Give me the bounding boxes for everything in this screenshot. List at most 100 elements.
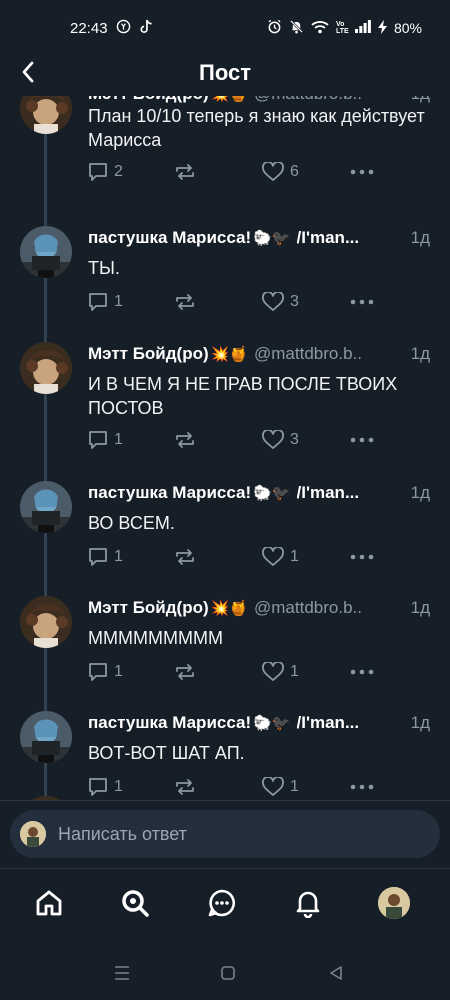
more-options-button[interactable] bbox=[350, 437, 374, 443]
like-button[interactable]: 1 bbox=[262, 662, 299, 682]
recent-apps-button[interactable] bbox=[110, 961, 134, 985]
top-header: Пост bbox=[0, 50, 450, 96]
post-time: 1д bbox=[411, 96, 430, 104]
reply-icon bbox=[89, 163, 107, 181]
tab-search[interactable] bbox=[115, 883, 155, 923]
back-system-button[interactable] bbox=[324, 961, 348, 985]
repost-button[interactable] bbox=[174, 292, 196, 312]
avatar[interactable] bbox=[20, 711, 72, 763]
divider bbox=[0, 800, 450, 801]
repost-button[interactable] bbox=[174, 430, 196, 450]
search-icon bbox=[122, 890, 149, 917]
author-emoji: 💥🍯 bbox=[210, 346, 248, 363]
chevron-left-icon bbox=[22, 61, 34, 83]
heart-icon bbox=[262, 162, 284, 181]
author-name[interactable]: Мэтт Бойд(ро) bbox=[88, 96, 209, 104]
post-text: И В ЧЕМ Я НЕ ПРАВ ПОСЛЕ ТВОИХ ПОСТОВ bbox=[88, 374, 398, 418]
heart-icon bbox=[262, 430, 284, 449]
more-options-button[interactable] bbox=[350, 299, 374, 305]
status-bar: 22:43 Vo LTE 80% bbox=[0, 0, 450, 56]
more-options-button[interactable] bbox=[350, 669, 374, 675]
reply-button[interactable]: 1 bbox=[88, 430, 123, 450]
like-button[interactable]: 6 bbox=[262, 162, 299, 182]
thread-feed[interactable]: Мэтт Бойд(ро) 💥🍯 @mattdbro.b.. 1д План 1… bbox=[0, 96, 450, 800]
like-button[interactable]: 3 bbox=[262, 430, 299, 450]
reply-button[interactable]: 2 bbox=[88, 162, 123, 182]
thread-post[interactable]: пастушка Марисса! 🐑🐦‍⬛ /I'man... 1д ВОТ-… bbox=[0, 711, 450, 800]
reply-button[interactable]: 1 bbox=[88, 547, 123, 567]
author-handle[interactable]: @mattdbro.b.. bbox=[254, 598, 407, 618]
more-options-button[interactable] bbox=[350, 554, 374, 560]
post-text: МММММММММ bbox=[88, 628, 223, 648]
author-handle[interactable]: /I'man... bbox=[297, 713, 407, 733]
post-time: 1д bbox=[410, 713, 430, 732]
post-text: ВО ВСЕМ. bbox=[88, 513, 175, 533]
reply-icon bbox=[89, 778, 107, 796]
author-name[interactable]: пастушка Марисса! bbox=[88, 483, 251, 503]
tab-notifications[interactable] bbox=[288, 883, 328, 923]
avatar[interactable] bbox=[20, 342, 72, 394]
like-count: 1 bbox=[290, 663, 299, 680]
tab-home[interactable] bbox=[29, 883, 69, 923]
system-navigation-bar bbox=[0, 945, 450, 1000]
heart-icon bbox=[262, 777, 284, 796]
author-handle[interactable]: @mattdbro.b.. bbox=[254, 344, 407, 364]
avatar[interactable] bbox=[20, 226, 72, 278]
heart-icon bbox=[262, 292, 284, 311]
yandex-icon bbox=[116, 19, 131, 37]
author-handle[interactable]: /I'man... bbox=[297, 483, 407, 503]
home-system-button[interactable] bbox=[216, 961, 240, 985]
author-name[interactable]: Мэтт Бойд(ро) bbox=[88, 344, 209, 364]
ellipsis-icon bbox=[350, 669, 374, 675]
reply-count: 1 bbox=[114, 663, 123, 680]
thread-post[interactable]: Мэтт Бойд(ро) 💥🍯 @mattdbro.b.. 1д И В ЧЕ… bbox=[0, 342, 450, 466]
author-handle[interactable]: @mattdbro.b.. bbox=[254, 96, 407, 104]
like-button[interactable]: 1 bbox=[262, 547, 299, 567]
thread-post[interactable]: Мэтт Бойд(ро) 💥🍯 @mattdbro.b.. 1д ММММММ… bbox=[0, 596, 450, 696]
author-emoji: 🐑🐦‍⬛ bbox=[253, 715, 291, 732]
heart-icon bbox=[262, 547, 284, 566]
avatar[interactable] bbox=[20, 596, 72, 648]
author-emoji: 🐑🐦‍⬛ bbox=[253, 230, 291, 247]
like-count: 3 bbox=[290, 293, 299, 310]
reply-button[interactable]: 1 bbox=[88, 292, 123, 312]
post-time: 1д bbox=[410, 344, 430, 363]
reply-count: 2 bbox=[114, 163, 123, 180]
page-title: Пост bbox=[199, 60, 251, 85]
tab-messages[interactable] bbox=[202, 883, 242, 923]
like-button[interactable]: 1 bbox=[262, 777, 299, 797]
thread-post[interactable]: Мэтт Бойд(ро) 💥🍯 @mattdbro.b.. 1д План 1… bbox=[0, 96, 450, 198]
author-name[interactable]: пастушка Марисса! bbox=[88, 713, 251, 733]
avatar[interactable] bbox=[20, 96, 72, 134]
reply-count: 1 bbox=[114, 778, 123, 795]
post-text: План 10/10 теперь я знаю как действует М… bbox=[88, 106, 425, 150]
thread-post[interactable]: пастушка Марисса! 🐑🐦‍⬛ /I'man... 1д ТЫ. … bbox=[0, 226, 450, 326]
like-button[interactable]: 3 bbox=[262, 292, 299, 312]
back-button[interactable] bbox=[12, 56, 44, 88]
repost-icon bbox=[176, 432, 194, 448]
author-name[interactable]: Мэтт Бойд(ро) bbox=[88, 598, 209, 618]
post-time: 1д bbox=[410, 228, 430, 247]
author-handle[interactable]: /I'man... bbox=[297, 228, 407, 248]
thread-post[interactable]: пастушка Марисса! 🐑🐦‍⬛ /I'man... 1д ВО В… bbox=[0, 481, 450, 581]
home-icon bbox=[36, 890, 62, 916]
reply-input[interactable]: Написать ответ bbox=[10, 810, 440, 858]
repost-button[interactable] bbox=[174, 662, 196, 682]
like-count: 6 bbox=[290, 163, 299, 180]
repost-button[interactable] bbox=[174, 162, 196, 182]
more-options-button[interactable] bbox=[350, 169, 374, 175]
repost-icon bbox=[176, 294, 194, 310]
repost-icon bbox=[176, 549, 194, 565]
signal-icon bbox=[354, 20, 371, 36]
avatar[interactable] bbox=[20, 481, 72, 533]
battery-percent: 80% bbox=[393, 20, 422, 36]
status-time: 22:43 bbox=[70, 19, 108, 37]
repost-button[interactable] bbox=[174, 777, 196, 797]
reply-button[interactable]: 1 bbox=[88, 777, 123, 797]
more-options-button[interactable] bbox=[350, 784, 374, 790]
reply-button[interactable]: 1 bbox=[88, 662, 123, 682]
repost-button[interactable] bbox=[174, 547, 196, 567]
author-name[interactable]: пастушка Марисса! bbox=[88, 228, 251, 248]
like-count: 3 bbox=[290, 431, 299, 448]
tab-profile[interactable] bbox=[374, 883, 414, 923]
